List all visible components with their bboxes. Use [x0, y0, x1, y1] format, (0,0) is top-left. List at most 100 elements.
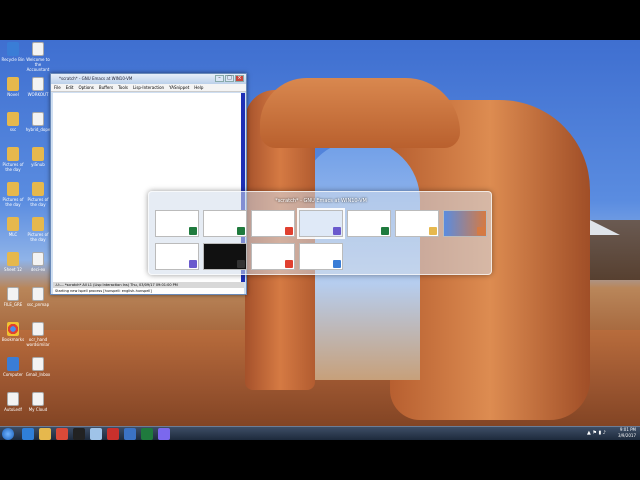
- maximize-button[interactable]: □: [225, 75, 234, 82]
- notepad-window-thumbnail[interactable]: [299, 243, 343, 270]
- app-icon: [429, 227, 437, 235]
- app-icon: [237, 227, 245, 235]
- arch-top-span: [260, 78, 460, 148]
- app-icon: [381, 227, 389, 235]
- desktop-icon[interactable]: WORKOUT: [23, 77, 53, 97]
- desktop-icon-label: ssc: [9, 127, 17, 132]
- explorer-window-thumbnail[interactable]: [395, 210, 439, 237]
- emacs-echo-area: Starting new Ispell process [hunspell: e…: [53, 288, 244, 294]
- menu-item[interactable]: Options: [78, 84, 93, 91]
- cmd-button[interactable]: [73, 428, 85, 440]
- doc-icon: [7, 287, 19, 301]
- blank-doc-window-thumbnail[interactable]: [203, 210, 247, 237]
- menu-item[interactable]: Edit: [66, 84, 74, 91]
- desktop-icon[interactable]: Welcome to the Accountant: [23, 42, 53, 72]
- doc-icon: [32, 357, 44, 371]
- explorer-button[interactable]: [39, 428, 51, 440]
- desktop-icon[interactable]: yiSnub: [23, 147, 53, 167]
- desktop-icon-label: WORKOUT: [27, 92, 49, 97]
- emacs-title: *scratch* - GNU Emacs at WIN10-VM: [59, 76, 133, 81]
- doc-icon: [32, 392, 44, 406]
- doc-icon: [32, 322, 44, 336]
- desktop-icon-label: AutoLedf: [4, 407, 22, 412]
- app-icon: [285, 260, 293, 268]
- folder-icon: [7, 217, 19, 231]
- folder-icon: [32, 217, 44, 231]
- switcher-title: *scratch* - GNU Emacs at WIN10-VM: [275, 198, 367, 204]
- folder-icon: [7, 147, 19, 161]
- minimize-button[interactable]: –: [215, 75, 224, 82]
- desktop-icon-label: Computer: [3, 372, 23, 377]
- desktop-icon-label: Novel: [7, 92, 19, 97]
- desktop-icon[interactable]: Pictures of the day: [23, 182, 53, 207]
- excel-window-thumbnail[interactable]: [155, 210, 199, 237]
- folder-icon: [7, 77, 19, 91]
- menu-item[interactable]: Help: [194, 84, 203, 91]
- desktop-icon[interactable]: Gmail_Inbox: [23, 357, 53, 377]
- desktop-icon-label: Pictures of the day: [2, 162, 24, 172]
- desktop-icon-label: yiSnub: [31, 162, 45, 167]
- emacs-window-2-thumbnail[interactable]: [155, 243, 199, 270]
- chrome-icon: [7, 322, 19, 336]
- start-button[interactable]: [2, 428, 14, 440]
- desktop-icon-label: Pictures of the day: [2, 197, 24, 207]
- desktop-icon[interactable]: ocr_hand wordsimilar: [23, 322, 53, 347]
- desktop: Recycle Bin Welcome to the Accountant Nove…: [0, 40, 640, 440]
- emacs-button[interactable]: [158, 428, 170, 440]
- doc-icon: [32, 77, 44, 91]
- desktop-icon-label: Bookmarks: [1, 337, 25, 342]
- app-icon: [477, 227, 485, 235]
- desktop-icon-label: MLC: [8, 232, 18, 237]
- desktop-icon-label: My Cloud: [28, 407, 48, 412]
- app-icon: [189, 260, 197, 268]
- desktop-icon[interactable]: deci-ex: [23, 252, 53, 272]
- app-icon: [237, 260, 245, 268]
- clock-date[interactable]: 3/9/2017: [618, 433, 636, 439]
- desktop-icon-label: Sheet 12: [4, 267, 22, 272]
- doc-icon: [7, 392, 19, 406]
- system-tray: ▲ ⚑ ▮ ♪ 9:01 PM 3/9/2017: [587, 427, 636, 439]
- chrome-window-thumbnail[interactable]: [251, 210, 295, 237]
- app-icon: [189, 227, 197, 235]
- menu-item[interactable]: Lisp-Interaction: [133, 84, 164, 91]
- folder-icon: [32, 182, 44, 196]
- ie-button[interactable]: [22, 428, 34, 440]
- menu-item[interactable]: Buffers: [99, 84, 113, 91]
- menu-item[interactable]: Tools: [118, 84, 128, 91]
- doc-icon: [32, 252, 44, 266]
- emacs-window-thumbnail[interactable]: [297, 208, 345, 239]
- excel-window-2-thumbnail[interactable]: [347, 210, 391, 237]
- desktop-icon[interactable]: My Cloud: [23, 392, 53, 412]
- vs-button[interactable]: [124, 428, 136, 440]
- close-button[interactable]: ×: [235, 75, 244, 82]
- alt-tab-switcher: *scratch* - GNU Emacs at WIN10-VM: [148, 191, 492, 275]
- doc-icon: [32, 112, 44, 126]
- desktop-icon-label: ocr_hand wordsimilar: [26, 337, 50, 347]
- desktop-icon-label: hybrid_dope: [25, 127, 51, 132]
- acrobat-button[interactable]: [107, 428, 119, 440]
- desktop-icon-label: Pictures of the day: [27, 197, 49, 207]
- chrome-window-2-thumbnail[interactable]: [251, 243, 295, 270]
- notepad-button[interactable]: [90, 428, 102, 440]
- chrome-button[interactable]: [56, 428, 68, 440]
- folder-icon: [7, 112, 19, 126]
- tray-icons[interactable]: ▲ ⚑ ▮ ♪: [587, 430, 606, 436]
- doc-icon: [32, 42, 44, 56]
- excel-button[interactable]: [141, 428, 153, 440]
- desktop-icon[interactable]: ssc_pnmap: [23, 287, 53, 307]
- desktop-window-thumbnail[interactable]: [443, 210, 487, 237]
- desktop-icon-label: ssc_pnmap: [26, 302, 50, 307]
- menu-item[interactable]: File: [54, 84, 61, 91]
- terminal-window-thumbnail[interactable]: [203, 243, 247, 270]
- desktop-icon[interactable]: hybrid_dope: [23, 112, 53, 132]
- folder-icon: [7, 252, 19, 266]
- app-icon: [333, 227, 341, 235]
- emacs-titlebar[interactable]: *scratch* - GNU Emacs at WIN10-VM – □ ×: [51, 74, 246, 84]
- app-icon: [285, 227, 293, 235]
- desktop-icon[interactable]: Pictures of the day: [23, 217, 53, 242]
- emacs-menubar: File Edit Options Buffers Tools Lisp-Interact…: [51, 84, 246, 92]
- desktop-icon-label: Gmail_Inbox: [25, 372, 51, 377]
- doc-icon: [32, 287, 44, 301]
- menu-item[interactable]: YASnippet: [169, 84, 189, 91]
- desktop-icon-label: deci-ex: [30, 267, 46, 272]
